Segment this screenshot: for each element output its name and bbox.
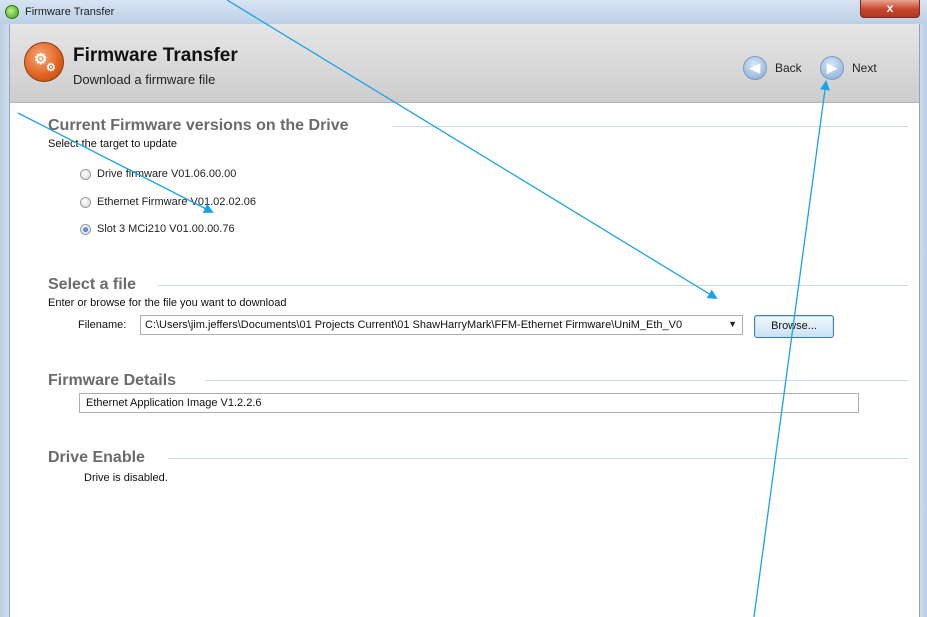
annotation-arrow-to-filename [226, 0, 718, 300]
annotation-arrow-to-ethernet-firmware [17, 112, 214, 213]
annotation-arrow-to-next [753, 80, 830, 617]
annotation-arrows [17, 0, 830, 617]
